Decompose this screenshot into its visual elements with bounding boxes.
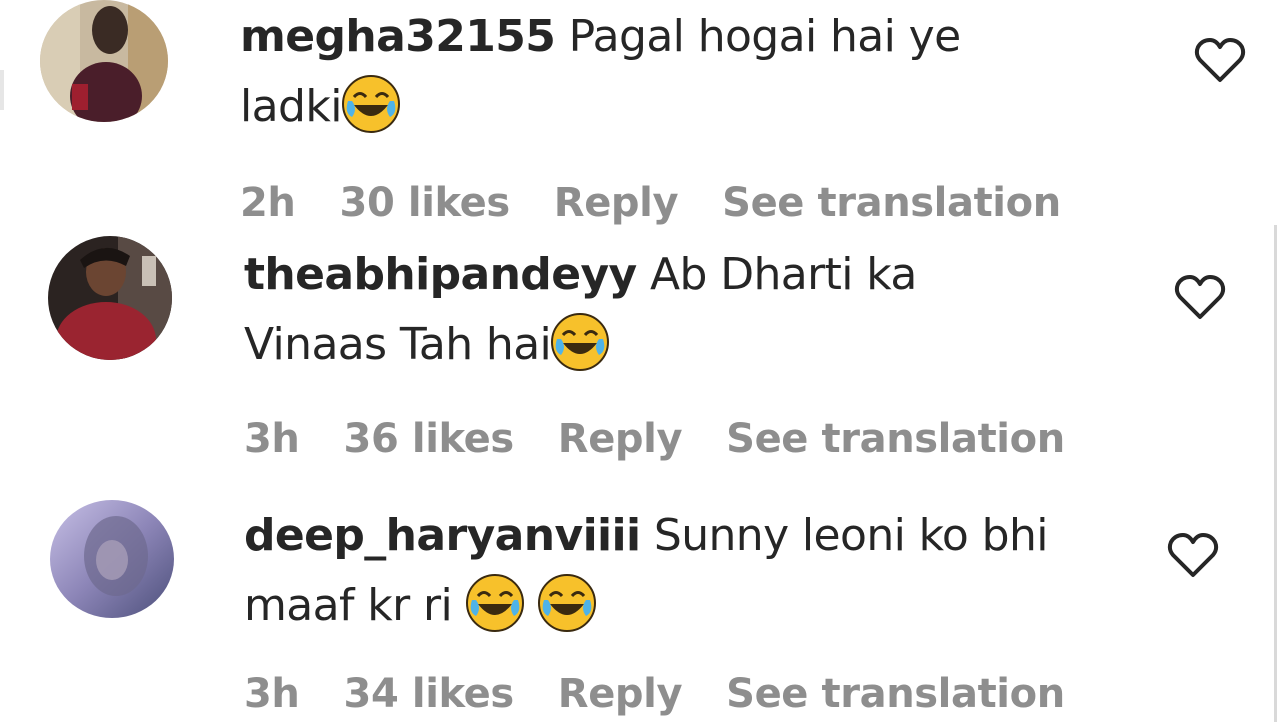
avatar[interactable]: [48, 236, 172, 360]
comment-item: deep_haryanviiii Sunny leoni ko bhi maaf…: [0, 497, 1280, 722]
comment-item: megha32155 Pagal hogai hai ye ladki 2h 30…: [0, 0, 1280, 240]
comment-time[interactable]: 2h: [240, 180, 296, 226]
comment-likes[interactable]: 36 likes: [344, 416, 515, 462]
avatar[interactable]: [40, 0, 168, 122]
comment-text: Sunny leoni ko bhi: [653, 510, 1049, 561]
face-with-tears-of-joy-icon: [551, 313, 610, 371]
comments-page: megha32155 Pagal hogai hai ye ladki 2h 30…: [0, 0, 1280, 722]
comment-text-continued: maaf kr ri: [244, 580, 453, 631]
like-heart-icon[interactable]: [1193, 36, 1247, 86]
comment-meta: 3h 34 likes Reply See translation: [244, 671, 1109, 717]
like-heart-icon[interactable]: [1166, 531, 1220, 581]
like-heart-icon[interactable]: [1173, 273, 1227, 323]
comment-likes[interactable]: 30 likes: [340, 180, 511, 226]
comment-time[interactable]: 3h: [244, 416, 300, 462]
reply-button[interactable]: Reply: [558, 416, 683, 462]
see-translation-link[interactable]: See translation: [722, 180, 1061, 226]
face-with-tears-of-joy-icon: [341, 75, 400, 133]
comment-body: deep_haryanviiii Sunny leoni ko bhi maaf…: [244, 501, 1144, 641]
comment-meta: 2h 30 likes Reply See translation: [240, 180, 1105, 226]
comment-meta: 3h 36 likes Reply See translation: [244, 416, 1109, 462]
see-translation-link[interactable]: See translation: [726, 416, 1065, 462]
comment-text: Ab Dharti ka: [650, 249, 917, 300]
comment-username[interactable]: theabhipandeyy: [244, 249, 637, 300]
comment-time[interactable]: 3h: [244, 671, 300, 717]
reply-button[interactable]: Reply: [554, 180, 679, 226]
comment-text-continued: Vinaas Tah hai: [244, 319, 552, 370]
comment-body: theabhipandeyy Ab Dharti ka Vinaas Tah h…: [244, 240, 1144, 380]
comment-body: megha32155 Pagal hogai hai ye ladki: [240, 2, 1160, 142]
face-with-tears-of-joy-icon: [537, 574, 596, 632]
comment-username[interactable]: megha32155: [240, 11, 556, 62]
face-with-tears-of-joy-icon: [465, 574, 524, 632]
avatar[interactable]: [50, 500, 174, 618]
comment-text-continued: ladki: [240, 81, 342, 132]
comment-text: Pagal hogai hai ye: [568, 11, 962, 62]
see-translation-link[interactable]: See translation: [726, 671, 1065, 717]
comment-username[interactable]: deep_haryanviiii: [244, 510, 641, 561]
comment-item: theabhipandeyy Ab Dharti ka Vinaas Tah h…: [0, 236, 1280, 476]
comment-likes[interactable]: 34 likes: [344, 671, 515, 717]
reply-button[interactable]: Reply: [558, 671, 683, 717]
